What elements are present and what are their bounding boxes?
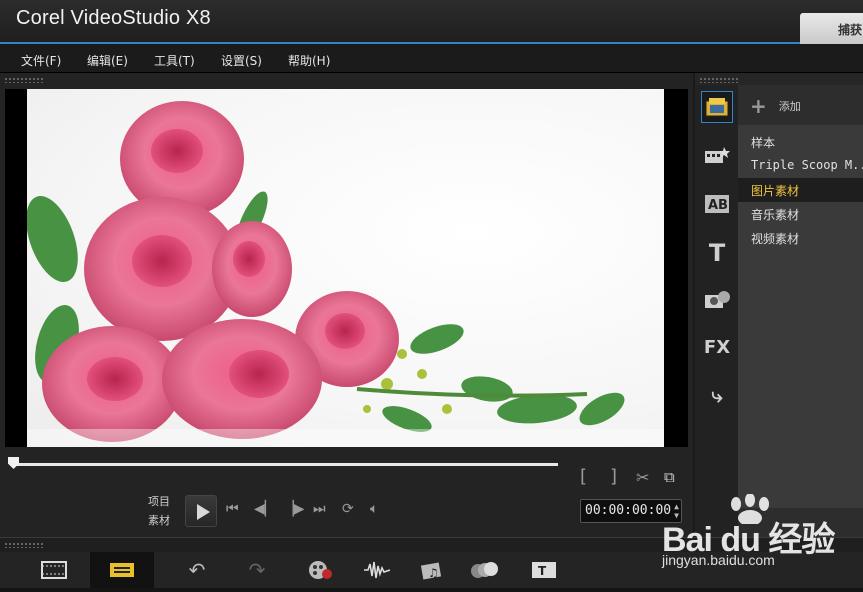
next-frame-icon[interactable]: ▕▶ <box>283 501 305 517</box>
undo-icon[interactable]: ↶ <box>165 552 229 588</box>
baidu-watermark: Bai du 经验 jingyan.baidu.com <box>660 492 863 582</box>
add-label: 添加 <box>778 100 801 113</box>
folder-item[interactable]: 视频素材 <box>738 226 863 250</box>
scrub-thumb[interactable] <box>8 457 19 469</box>
panel-grip[interactable] <box>4 542 44 548</box>
split-clip-icon[interactable]: ✂ <box>636 468 649 487</box>
menu-bar: 文件(F) 编辑(E) 工具(T) 设置(S) 帮助(H) <box>0 46 863 73</box>
transition-icon[interactable]: AB <box>701 188 733 220</box>
folder-item[interactable]: 音乐素材 <box>738 202 863 226</box>
title-bar: Corel VideoStudio X8 捕获 <box>0 0 863 44</box>
menu-file[interactable]: 文件(F) <box>21 52 61 69</box>
storyboard-view-icon[interactable] <box>22 552 86 588</box>
library-toolbar: + 添加 <box>738 85 863 125</box>
subtitle-editor-icon[interactable]: T <box>512 552 576 588</box>
panel-grip[interactable] <box>699 77 739 83</box>
rose-bouquet-image <box>27 101 664 447</box>
svg-text:AB: AB <box>708 198 728 213</box>
player-panel: [ ] ✂ ⧉ 项目 素材 ⏮ ◀▏ ▕▶ ⏭ ⟳ 🔈︎ 00:00:00:00… <box>0 73 693 537</box>
folder-list: 样本 Triple Scoop M... 图片素材 音乐素材 视频素材 <box>738 130 863 250</box>
menu-tools[interactable]: 工具(T) <box>154 52 195 69</box>
mode-project-label[interactable]: 项目 <box>148 493 170 509</box>
library-content: + 添加 样本 Triple Scoop M... 图片素材 音乐素材 视频素材 <box>738 85 863 537</box>
menu-help[interactable]: 帮助(H) <box>288 52 330 69</box>
scrub-track[interactable] <box>15 463 558 466</box>
previous-frame-icon[interactable]: ◀▏ <box>254 501 276 517</box>
mark-out-icon[interactable]: ] <box>610 466 617 487</box>
instant-project-icon[interactable] <box>701 139 733 171</box>
app-title: Corel VideoStudio X8 <box>16 7 211 29</box>
folder-item[interactable]: 样本 <box>738 130 863 154</box>
repeat-icon[interactable]: ⟳ <box>342 501 354 517</box>
timecode-value: 00:00:00:00 <box>585 503 672 518</box>
svg-text:T: T <box>538 564 547 578</box>
library-icon-rail: AB T FX ⤷ <box>695 85 738 537</box>
path-icon[interactable]: ⤷ <box>701 379 733 411</box>
folder-item-selected[interactable]: 图片素材 <box>738 178 863 202</box>
menu-settings[interactable]: 设置(S) <box>221 52 262 69</box>
mode-clip-label[interactable]: 素材 <box>148 512 170 528</box>
mark-in-icon[interactable]: [ <box>580 466 587 487</box>
redo-icon[interactable]: ↷ <box>225 552 289 588</box>
title-icon[interactable]: T <box>701 237 733 269</box>
home-icon[interactable]: ⏮ <box>226 501 239 517</box>
record-capture-icon[interactable] <box>288 552 352 588</box>
enlarge-preview-icon[interactable]: ⧉ <box>664 468 675 486</box>
panel-grip[interactable] <box>4 77 44 83</box>
filter-icon[interactable]: FX <box>701 331 733 363</box>
motion-tracking-icon[interactable] <box>452 552 516 588</box>
volume-icon[interactable]: 🔈︎ <box>370 501 378 517</box>
timeline-view-icon[interactable] <box>90 552 154 588</box>
folder-item[interactable]: Triple Scoop M... <box>738 154 863 178</box>
svg-text:♫: ♫ <box>428 566 439 580</box>
menu-edit[interactable]: 编辑(E) <box>87 52 128 69</box>
library-panel: AB T FX ⤷ + 添加 样本 Triple Scoop M... 图片素材… <box>695 73 863 537</box>
timeline-ruler[interactable] <box>0 588 863 592</box>
play-button[interactable] <box>185 495 217 527</box>
plus-icon: + <box>750 94 767 118</box>
watermark-url: jingyan.baidu.com <box>662 552 775 568</box>
media-icon[interactable] <box>701 91 733 123</box>
graphic-icon[interactable] <box>701 283 733 315</box>
preview-window <box>5 89 688 447</box>
add-folder-button[interactable]: + 添加 <box>750 94 801 118</box>
end-icon[interactable]: ⏭ <box>313 501 326 517</box>
preview-image <box>27 89 664 447</box>
tab-capture[interactable]: 捕获 <box>800 13 863 44</box>
